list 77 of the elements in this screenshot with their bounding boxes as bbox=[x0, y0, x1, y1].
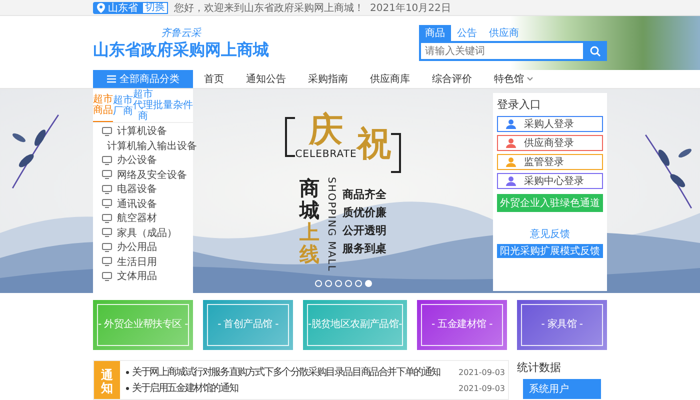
search-icon bbox=[590, 46, 600, 56]
category-item[interactable]: 航空器材 bbox=[93, 211, 193, 226]
login-button[interactable]: 采购人登录 bbox=[497, 116, 603, 132]
location-text: 山东省 bbox=[108, 2, 138, 14]
menu-icon bbox=[106, 75, 116, 83]
carousel-dot[interactable] bbox=[334, 280, 342, 287]
monitor-icon bbox=[102, 228, 112, 238]
headline-text: 庆 bbox=[309, 111, 343, 149]
login-button[interactable]: 供应商登录 bbox=[497, 135, 603, 151]
carousel-dot[interactable] bbox=[344, 280, 352, 287]
monitor-icon bbox=[102, 126, 112, 136]
person-icon bbox=[506, 176, 516, 186]
launch-text: 上线 bbox=[300, 221, 320, 265]
category-item[interactable]: 文体用品 bbox=[93, 269, 193, 284]
category-tab[interactable]: 超市代理商 bbox=[133, 89, 153, 122]
notice-link[interactable]: 关于网上商城试行对服务直购方式下多个分散采购目录品目商品合并下单的通知 bbox=[132, 365, 456, 379]
category-tile[interactable]: - 家具馆 - bbox=[516, 300, 607, 350]
nav-link[interactable]: 采购指南 bbox=[297, 72, 359, 86]
carousel-dot[interactable] bbox=[364, 280, 372, 287]
monitor-icon bbox=[102, 170, 112, 180]
site-title: 山东省政府采购网上商城 bbox=[93, 40, 269, 60]
date-text: 2021年10月22日 bbox=[370, 2, 451, 14]
category-item[interactable]: 网络及安全设备 bbox=[93, 168, 193, 182]
monitor-icon bbox=[102, 156, 112, 165]
monitor-icon bbox=[102, 272, 112, 281]
nav-link[interactable]: 通知公告 bbox=[235, 72, 297, 86]
category-item[interactable]: 通讯设备 bbox=[93, 196, 193, 211]
search-field[interactable]: 请输入关键词 bbox=[419, 41, 583, 61]
bullet-icon bbox=[126, 370, 129, 374]
headline-text: 祝 bbox=[356, 125, 391, 163]
slogan-text: 商品齐全 bbox=[342, 187, 386, 202]
category-tab[interactable]: 批量 bbox=[153, 89, 173, 122]
slogan-text: 公开透明 bbox=[342, 223, 386, 238]
search-button[interactable] bbox=[583, 41, 607, 61]
category-tab[interactable]: 超市厂商 bbox=[113, 89, 133, 122]
login-button[interactable]: 监管登录 bbox=[497, 154, 603, 170]
notice-date: 2021-09-03 bbox=[458, 384, 505, 392]
bracket-line bbox=[390, 133, 401, 173]
nav-link[interactable]: 首页 bbox=[193, 72, 235, 86]
shopping-mall-text: SHOPPING MALL bbox=[326, 177, 336, 272]
notice-date: 2021-09-03 bbox=[458, 368, 505, 376]
stats-item: 系统用户 bbox=[523, 379, 601, 399]
caret-icon bbox=[527, 77, 533, 82]
carousel-dot[interactable] bbox=[354, 280, 362, 287]
stats-title: 统计数据 bbox=[517, 360, 562, 375]
nav-link[interactable]: 特色馆 bbox=[483, 72, 544, 86]
monitor-icon bbox=[102, 257, 112, 266]
login-button[interactable]: 采购中心登录 bbox=[497, 173, 603, 189]
logo-slogan: 齐鲁云采 bbox=[161, 26, 201, 40]
category-tile[interactable]: - 五金建材馆 - bbox=[416, 300, 507, 350]
bullet-icon bbox=[126, 386, 129, 390]
category-item[interactable]: 电器设备 bbox=[93, 182, 193, 196]
celebrate-text: CELEBRATE bbox=[295, 149, 357, 160]
category-item[interactable]: 计算机设备 bbox=[93, 124, 193, 138]
welcome-text: 您好，欢迎来到山东省政府采购网上商城！ bbox=[174, 2, 364, 14]
monitor-icon bbox=[102, 214, 112, 223]
carousel-dot[interactable] bbox=[314, 280, 322, 287]
bracket-line bbox=[285, 117, 296, 157]
mall-text: 商城 bbox=[300, 177, 320, 221]
person-icon bbox=[506, 157, 516, 167]
category-item[interactable]: 办公设备 bbox=[93, 153, 193, 168]
category-item[interactable]: 家具（成品） bbox=[93, 226, 193, 240]
nav-link[interactable]: 供应商库 bbox=[359, 72, 421, 86]
person-icon bbox=[506, 138, 516, 148]
slogan-text: 质优价廉 bbox=[342, 205, 386, 220]
carousel-dot[interactable] bbox=[324, 280, 332, 287]
person-icon bbox=[506, 119, 516, 129]
monitor-icon bbox=[102, 242, 112, 252]
notice-link[interactable]: 关于启用五金建材馆的通知 bbox=[132, 381, 456, 395]
slogan-text: 服务到桌 bbox=[342, 241, 386, 256]
notice-label: 通知 bbox=[94, 361, 120, 399]
nav-link[interactable]: 综合评价 bbox=[421, 72, 483, 86]
category-item[interactable]: 生活日用 bbox=[93, 254, 193, 269]
monitor-icon bbox=[102, 199, 112, 208]
login-title: 登录入口 bbox=[497, 97, 542, 112]
category-item[interactable]: 办公用品 bbox=[93, 240, 193, 254]
monitor-icon bbox=[102, 184, 112, 194]
